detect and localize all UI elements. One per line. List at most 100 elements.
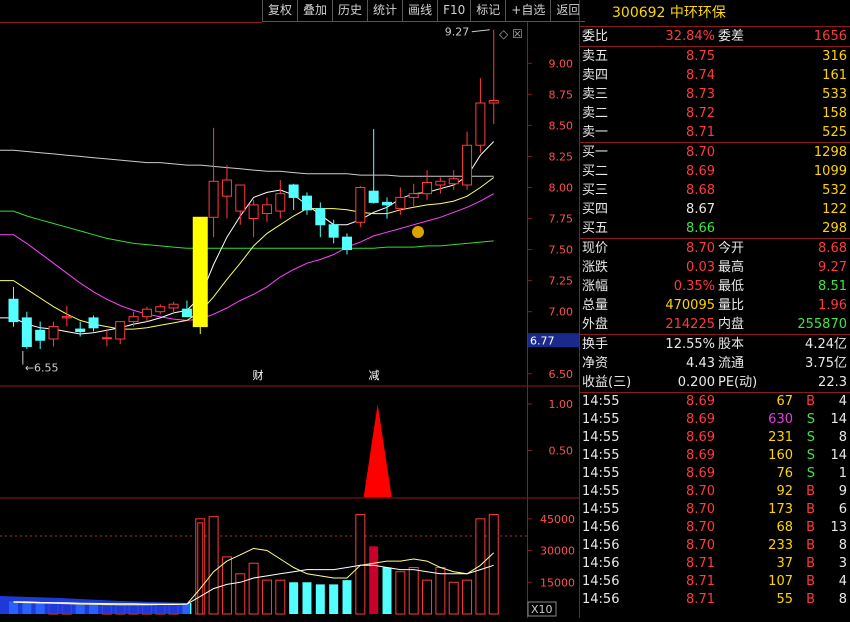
tick-price: 8.69 <box>686 430 715 445</box>
bid-label: 买五 <box>582 221 609 236</box>
volume-bar <box>342 580 352 614</box>
volume-bar <box>248 562 259 615</box>
f10-button[interactable]: F10 <box>437 0 471 22</box>
volume-bar <box>435 566 446 615</box>
volume-bar <box>315 584 325 614</box>
volume-bar-highlight <box>369 546 379 614</box>
tick-row: 14:55 8.69 231 S 8 <box>580 429 850 447</box>
up-candle <box>435 180 446 186</box>
volume-blue-band <box>0 596 190 614</box>
tick-time: 14:56 <box>582 556 620 571</box>
overlay-button[interactable]: 叠加 <box>297 0 333 22</box>
tick-row: 14:55 8.70 173 B 6 <box>580 501 850 519</box>
bid-row[interactable]: 买二 8.69 1099 <box>580 162 850 181</box>
ask-row[interactable]: 卖一 8.71 525 <box>580 123 850 142</box>
bid-row[interactable]: 买三 8.68 532 <box>580 181 850 200</box>
price-tick-label: 7.00 <box>549 306 574 319</box>
tick-side: B <box>806 538 815 553</box>
close-icon: ☒ <box>512 27 523 41</box>
down-candle <box>75 328 86 333</box>
tick-time: 14:55 <box>582 448 620 463</box>
ask-price: 8.71 <box>686 125 715 140</box>
volume-bar-inner <box>197 522 204 615</box>
fundamental-value: 3.75亿 <box>805 356 847 371</box>
ask-row[interactable]: 卖三 8.73 533 <box>580 85 850 104</box>
down-candle <box>328 224 339 238</box>
ask-volume: 525 <box>822 125 847 140</box>
volume-unit-label: X10 <box>531 603 553 616</box>
bid-row[interactable]: 买一 8.70 1298 <box>580 143 850 162</box>
bid-label: 买四 <box>582 202 609 217</box>
up-candle <box>422 182 433 195</box>
tick-price: 8.70 <box>686 484 715 499</box>
down-candle <box>88 317 99 329</box>
quote-label: 最低 <box>718 279 745 294</box>
kline-chart-area[interactable]: 1.00 0.50 45000 30000 15000 X10 9.27 ←6.55 9.0… <box>0 0 579 618</box>
bid-label: 买三 <box>582 183 609 198</box>
statistics-button[interactable]: 统计 <box>367 0 403 22</box>
low-price-label: ←6.55 <box>25 362 59 375</box>
tick-price: 8.69 <box>686 466 715 481</box>
quote-label: 内盘 <box>718 317 745 332</box>
tick-side: B <box>806 520 815 535</box>
ask-price: 8.72 <box>686 106 715 121</box>
fundamental-value: 4.43 <box>686 356 715 371</box>
bid-volume: 122 <box>822 202 847 217</box>
quote-value: 214225 <box>665 317 715 332</box>
tick-volume: 37 <box>776 556 793 571</box>
up-candle <box>248 204 259 220</box>
quote-value: 8.68 <box>818 241 847 256</box>
tick-row: 14:56 8.70 233 B 8 <box>580 537 850 555</box>
up-candle <box>355 186 366 223</box>
tick-volume: 67 <box>776 394 793 409</box>
tick-time: 14:55 <box>582 502 620 517</box>
order-ratio-value: 32.84% <box>665 29 715 44</box>
indicator-tick-label: 1.00 <box>549 398 574 411</box>
ask-price: 8.74 <box>686 68 715 83</box>
quote-value: 0.35% <box>673 279 715 294</box>
restore-rights-button[interactable]: 复权 <box>262 0 298 22</box>
tick-row: 14:55 8.69 160 S 14 <box>580 447 850 465</box>
chart-svg[interactable]: 1.00 0.50 45000 30000 15000 X10 9.27 ←6.55 9.0… <box>0 0 579 618</box>
tick-price: 8.70 <box>686 502 715 517</box>
fundamental-row: 收益(三) 0.200 PE(动) 22.3 <box>580 373 850 392</box>
quote-value: 8.70 <box>686 241 715 256</box>
up-candle <box>155 306 166 313</box>
ma120-line <box>0 149 494 177</box>
volume-bar <box>382 567 392 614</box>
fundamental-label: 换手 <box>582 337 609 352</box>
tick-count: 14 <box>830 448 847 463</box>
add-favorite-button[interactable]: +自选 <box>505 0 551 22</box>
up-candle <box>221 179 232 197</box>
volume-bar <box>275 579 286 615</box>
mark-button[interactable]: 标记 <box>470 0 506 22</box>
tick-row: 14:55 8.69 67 B 4 <box>580 393 850 411</box>
up-candle <box>115 321 126 340</box>
ask-row[interactable]: 卖五 8.75 316 <box>580 47 850 66</box>
down-candle <box>301 195 312 211</box>
price-tick-label: 7.50 <box>549 244 574 257</box>
down-candle <box>21 317 32 347</box>
tick-count: 13 <box>830 520 847 535</box>
bid-price: 8.68 <box>686 183 715 198</box>
bid-row[interactable]: 买五 8.66 298 <box>580 219 850 238</box>
volume-tick-label: 30000 <box>540 545 575 558</box>
tick-row: 14:56 8.70 68 B 13 <box>580 519 850 537</box>
price-tick-label: 8.50 <box>549 119 574 132</box>
volume-tick-label: 45000 <box>540 513 575 526</box>
stock-name: 中环环保 <box>669 5 726 21</box>
ask-price: 8.75 <box>686 49 715 64</box>
history-button[interactable]: 历史 <box>332 0 368 22</box>
ask-row[interactable]: 卖二 8.72 158 <box>580 104 850 123</box>
ask-label: 卖三 <box>582 87 609 102</box>
bid-row[interactable]: 买四 8.67 122 <box>580 200 850 219</box>
ask-row[interactable]: 卖四 8.74 161 <box>580 66 850 85</box>
tick-price: 8.71 <box>686 556 715 571</box>
order-diff-value: 1656 <box>813 29 847 44</box>
volume-bar <box>329 584 339 614</box>
draw-line-button[interactable]: 画线 <box>402 0 438 22</box>
bid-levels: 买一 8.70 1298 买二 8.69 1099 买三 8.68 532 买四 8.67 122 买五… <box>580 143 850 239</box>
tick-time: 14:56 <box>582 574 620 589</box>
order-diff-label: 委差 <box>718 29 745 44</box>
price-tick-label: 7.75 <box>549 213 574 226</box>
